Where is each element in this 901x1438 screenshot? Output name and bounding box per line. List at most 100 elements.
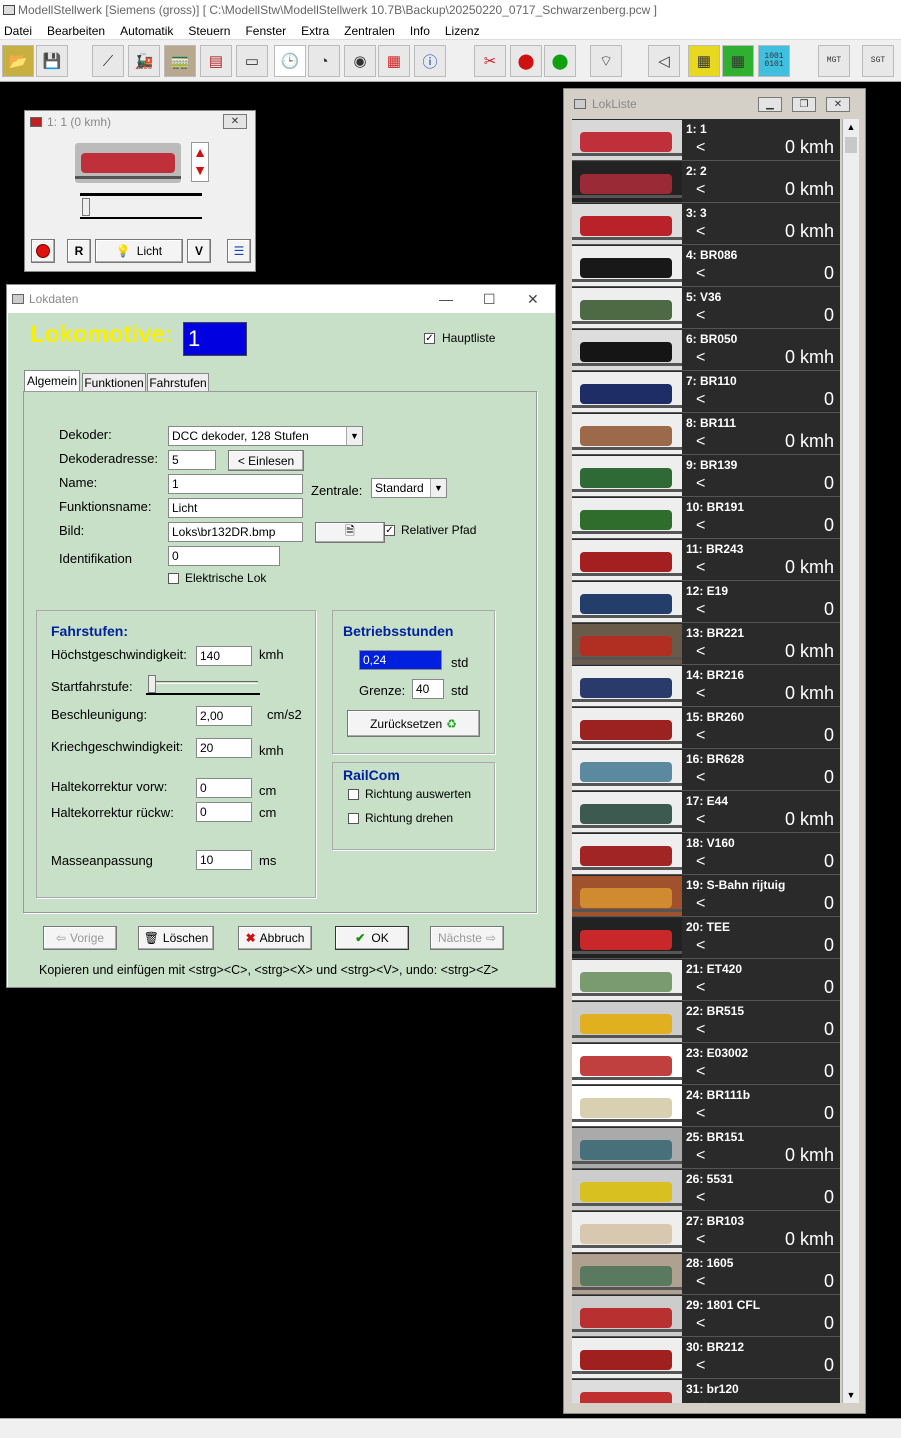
abbruch-button[interactable]: ✖ Abbruch (238, 926, 312, 950)
locomotive-icon[interactable]: 🚂 (128, 45, 160, 77)
list-item[interactable]: 19: S-Bahn rijtuig <0 (572, 875, 840, 917)
list-item[interactable]: 11: BR243 <0 kmh (572, 539, 840, 581)
dekoder-select[interactable]: DCC dekoder, 128 Stufen ▼ (168, 426, 363, 446)
grid-green-icon[interactable]: ▦ (722, 45, 754, 77)
grenze-input[interactable]: 40 (412, 679, 444, 699)
direction-arrows-icon[interactable]: ▲ ▼ (191, 142, 209, 182)
ok-button[interactable]: ✔ OK (335, 926, 409, 950)
menu-fenster[interactable]: Fenster (245, 24, 286, 38)
list-item[interactable]: 7: BR110 <0 (572, 371, 840, 413)
list-icon[interactable]: ☰ (227, 239, 251, 263)
gauge-icon[interactable]: ◔ (308, 45, 340, 77)
name-input[interactable]: 1 (168, 474, 303, 494)
einlesen-button[interactable]: < Einlesen (228, 450, 304, 471)
matrix-icon[interactable]: ▦ (378, 45, 410, 77)
list-item[interactable]: 1: 1 <0 kmh (572, 119, 840, 161)
loco-number-field[interactable]: 1 (183, 322, 247, 356)
scroll-up-icon[interactable]: ▲ (843, 119, 859, 135)
hoechst-input[interactable]: 140 (196, 646, 252, 666)
hauptliste-checkbox[interactable]: ✓ (424, 333, 435, 344)
list-item[interactable]: 31: br120 < (572, 1379, 840, 1403)
kriech-input[interactable]: 20 (196, 738, 252, 758)
tools-icon[interactable]: ✂ (474, 45, 506, 77)
wifi-icon[interactable]: ⌔ (590, 45, 622, 77)
menu-info[interactable]: Info (410, 24, 430, 38)
sgt-icon[interactable]: SGT (862, 45, 894, 77)
menu-steuern[interactable]: Steuern (188, 24, 230, 38)
startfahrstufe-slider[interactable] (146, 675, 260, 695)
zentrale-select[interactable]: Standard ▼ (371, 478, 447, 498)
richtung-auswerten-checkbox[interactable] (348, 789, 359, 800)
halte-vorw-input[interactable]: 0 (196, 778, 252, 798)
identifikation-input[interactable]: 0 (168, 546, 280, 566)
menu-extra[interactable]: Extra (301, 24, 329, 38)
adresse-input[interactable]: 5 (168, 450, 216, 470)
slider-thumb[interactable] (148, 675, 156, 693)
binary-icon[interactable]: 1001 0101 (758, 45, 790, 77)
list-item[interactable]: 18: V160 <0 (572, 833, 840, 875)
menu-zentralen[interactable]: Zentralen (344, 24, 395, 38)
list-item[interactable]: 20: TEE <0 (572, 917, 840, 959)
list-item[interactable]: 24: BR111b <0 (572, 1085, 840, 1127)
r-button[interactable]: R (67, 239, 91, 263)
menu-datei[interactable]: Datei (4, 24, 32, 38)
save-icon[interactable]: 💾 (36, 45, 68, 77)
display-icon[interactable]: ▭ (236, 45, 268, 77)
speed-slider[interactable] (80, 198, 202, 219)
elektrische-lok-checkbox[interactable] (168, 573, 179, 584)
list-item[interactable]: 10: BR191 <0 (572, 497, 840, 539)
scroll-down-icon[interactable]: ▼ (843, 1387, 859, 1403)
speaker-icon[interactable]: ◁ (648, 45, 680, 77)
track-icon[interactable]: ⟋ (92, 45, 124, 77)
speed-slider-thumb[interactable] (82, 198, 90, 216)
list-item[interactable]: 26: 5531 <0 (572, 1169, 840, 1211)
v-button[interactable]: V (187, 239, 211, 263)
list-item[interactable]: 17: E44 <0 kmh (572, 791, 840, 833)
loeschen-button[interactable]: 🗑 Löschen (138, 926, 214, 950)
list-item[interactable]: 4: BR086 <0 (572, 245, 840, 287)
list-item[interactable]: 27: BR103 <0 kmh (572, 1211, 840, 1253)
list-item[interactable]: 13: BR221 <0 kmh (572, 623, 840, 665)
close-icon[interactable]: ✕ (826, 97, 850, 112)
menu-lizenz[interactable]: Lizenz (445, 24, 480, 38)
list-item[interactable]: 29: 1801 CFL <0 (572, 1295, 840, 1337)
menu-bearbeiten[interactable]: Bearbeiten (47, 24, 105, 38)
licht-button[interactable]: 💡 Licht (95, 239, 183, 263)
funktionsname-input[interactable]: Licht (168, 498, 303, 518)
bild-input[interactable]: Loks\br132DR.bmp (168, 522, 303, 542)
relativer-pfad-checkbox[interactable]: ✓ (384, 525, 395, 536)
list-item[interactable]: 2: 2 <0 kmh (572, 161, 840, 203)
list-item[interactable]: 15: BR260 <0 (572, 707, 840, 749)
maximize-icon[interactable]: ☐ (483, 285, 496, 313)
list-item[interactable]: 28: 1605 <0 (572, 1253, 840, 1295)
naechste-button[interactable]: Nächste ⇨ (430, 926, 504, 950)
betriebsstunden-value[interactable]: 0,24 (359, 650, 442, 670)
restore-icon[interactable]: ❐ (792, 97, 816, 112)
minimize-icon[interactable]: — (439, 285, 453, 313)
clock-icon[interactable]: 🕒 (274, 45, 306, 77)
open-folder-icon[interactable]: 📂 (2, 45, 34, 77)
list-item[interactable]: 12: E19 <0 (572, 581, 840, 623)
zuruecksetzen-button[interactable]: Zurücksetzen ♻ (347, 710, 480, 737)
loco-list-icon[interactable]: ▤ (200, 45, 232, 77)
browse-file-icon[interactable]: 🗎 (315, 522, 385, 543)
minimize-icon[interactable]: ▁ (758, 97, 782, 112)
vertical-scrollbar[interactable]: ▲ ▼ (842, 119, 859, 1403)
richtung-drehen-checkbox[interactable] (348, 813, 359, 824)
train-icon[interactable]: 🚃 (164, 45, 196, 77)
list-item[interactable]: 21: ET420 <0 (572, 959, 840, 1001)
list-item[interactable]: 16: BR628 <0 (572, 749, 840, 791)
list-item[interactable]: 25: BR151 <0 kmh (572, 1127, 840, 1169)
close-icon[interactable]: ✕ (223, 114, 247, 129)
vorige-button[interactable]: ⇦ Vorige (43, 926, 117, 950)
signal-green-icon[interactable]: ⬤ (544, 45, 576, 77)
sound-icon[interactable]: ◉ (344, 45, 376, 77)
grid-yellow-icon[interactable]: ▦ (688, 45, 720, 77)
close-icon[interactable]: ✕ (527, 285, 539, 313)
menu-automatik[interactable]: Automatik (120, 24, 173, 38)
list-item[interactable]: 14: BR216 <0 kmh (572, 665, 840, 707)
tab-funktionen[interactable]: Funktionen (82, 373, 146, 392)
masse-input[interactable]: 10 (196, 850, 252, 870)
list-item[interactable]: 5: V36 <0 (572, 287, 840, 329)
beschl-input[interactable]: 2,00 (196, 706, 252, 726)
